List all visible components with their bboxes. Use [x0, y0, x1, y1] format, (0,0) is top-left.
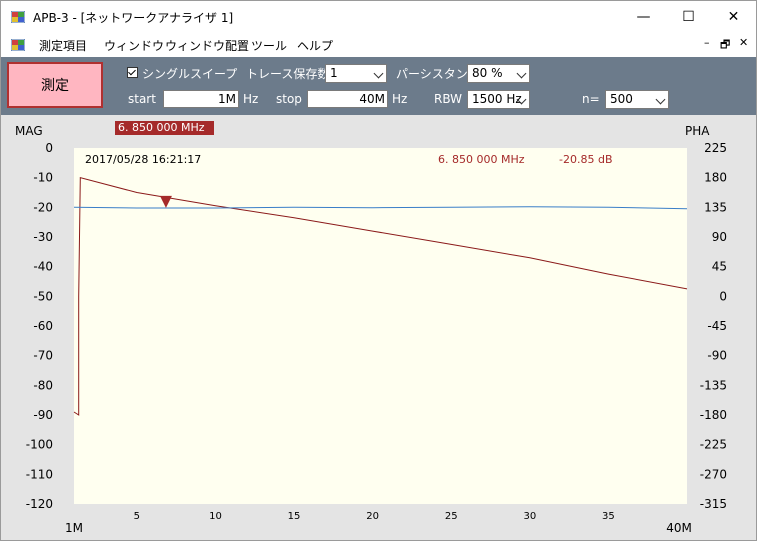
app-icon [11, 11, 25, 23]
start-unit: Hz [243, 92, 259, 106]
mag-tick-label: -90 [33, 408, 53, 422]
pha-tick-label: 225 [704, 141, 727, 155]
x-end-label: 40M [666, 521, 692, 535]
mdi-minimize-button[interactable]: – [704, 36, 710, 49]
x-tick-label: 15 [288, 511, 301, 522]
menu-measure-items[interactable]: 測定項目 [39, 37, 87, 54]
pha-tick-label: 0 [719, 289, 727, 303]
mag-tick-label: -100 [26, 438, 53, 452]
mag-tick-label: -50 [33, 289, 53, 303]
timestamp-text: 2017/05/28 16:21:17 [85, 153, 201, 166]
trace-save-select[interactable]: 1 [325, 64, 387, 83]
pha-tick-label: 45 [712, 260, 727, 274]
start-input[interactable]: 1M [163, 90, 239, 108]
menu-bar: 測定項目 ウィンドウ ウィンドウ配置 ツール ヘルプ – 🗗 ✕ [1, 33, 756, 57]
rbw-value: 1500 Hz [472, 92, 522, 106]
mag-tick-label: -30 [33, 230, 53, 244]
chevron-down-icon [516, 68, 527, 79]
mag-tick-label: -110 [26, 467, 53, 481]
pha-tick-label: -45 [707, 319, 727, 333]
single-sweep-label: シングルスイープ [142, 67, 238, 81]
measure-button[interactable]: 測定 [7, 62, 103, 108]
stop-input[interactable]: 40M [307, 90, 388, 108]
pha-tick-label: -180 [700, 408, 727, 422]
x-tick-label: 35 [602, 511, 615, 522]
mag-tick-label: -10 [33, 171, 53, 185]
window-title: APB-3 - [ネットワークアナライザ 1] [33, 11, 234, 25]
marker-frequency-readout: 6. 850 000 MHz [438, 153, 525, 166]
x-tick-label: 30 [523, 511, 536, 522]
mag-tick-label: 0 [45, 141, 53, 155]
stop-label: stop [276, 92, 302, 106]
rbw-select[interactable]: 1500 Hz [467, 90, 530, 109]
menu-window[interactable]: ウィンドウ [104, 37, 164, 54]
mag-tick-label: -70 [33, 349, 53, 363]
title-bar: APB-3 - [ネットワークアナライザ 1] — ☐ ✕ [1, 1, 756, 33]
mdi-restore-button[interactable]: 🗗 [720, 36, 730, 55]
mdi-close-button[interactable]: ✕ [739, 36, 748, 49]
single-sweep-checkbox[interactable] [127, 67, 138, 78]
pha-tick-label: -225 [700, 438, 727, 452]
start-label: start [128, 92, 156, 106]
x-tick-label: 5 [134, 511, 140, 522]
mag-tick-label: -80 [33, 378, 53, 392]
chevron-down-icon [373, 68, 384, 79]
stop-unit: Hz [392, 92, 408, 106]
n-select[interactable]: 500 [605, 90, 669, 109]
persistence-value: 80 % [472, 66, 503, 80]
mag-tick-label: -20 [33, 200, 53, 214]
pha-tick-label: -90 [707, 349, 727, 363]
pha-tick-label: -315 [700, 497, 727, 511]
x-tick-label: 20 [366, 511, 379, 522]
app-window: APB-3 - [ネットワークアナライザ 1] — ☐ ✕ 測定項目 ウィンドウ… [0, 0, 757, 541]
trace-save-label: トレース保存数 [246, 67, 330, 81]
x-start-label: 1M [65, 521, 83, 535]
chevron-down-icon [655, 94, 666, 105]
document-icon [11, 39, 25, 51]
pha-tick-label: 180 [704, 171, 727, 185]
minimize-button[interactable]: — [621, 1, 666, 33]
mag-tick-label: -120 [26, 497, 53, 511]
pha-tick-label: 135 [704, 200, 727, 214]
menu-help[interactable]: ヘルプ [297, 37, 333, 54]
close-button[interactable]: ✕ [711, 1, 756, 33]
n-label: n= [582, 92, 600, 106]
mag-tick-label: -60 [33, 319, 53, 333]
x-tick-label: 10 [209, 511, 222, 522]
x-tick-label: 25 [445, 511, 458, 522]
rbw-label: RBW [434, 92, 463, 106]
n-value: 500 [610, 92, 633, 106]
pha-tick-label: -135 [700, 378, 727, 392]
maximize-button[interactable]: ☐ [666, 1, 711, 33]
network-analyzer-chart[interactable]: 5 10 15 20 25 30 35 1M 40M 0 -10 -20 -30 -40 -50 -60 -7… [1, 115, 756, 540]
mag-tick-label: -40 [33, 260, 53, 274]
pha-tick-label: 90 [712, 230, 727, 244]
marker-value-readout: -20.85 dB [559, 153, 613, 166]
menu-window-layout[interactable]: ウィンドウ配置 [165, 37, 249, 54]
persistence-select[interactable]: 80 % [467, 64, 530, 83]
pha-tick-label: -270 [700, 467, 727, 481]
menu-tools[interactable]: ツール [251, 37, 287, 54]
trace-save-value: 1 [330, 66, 338, 80]
